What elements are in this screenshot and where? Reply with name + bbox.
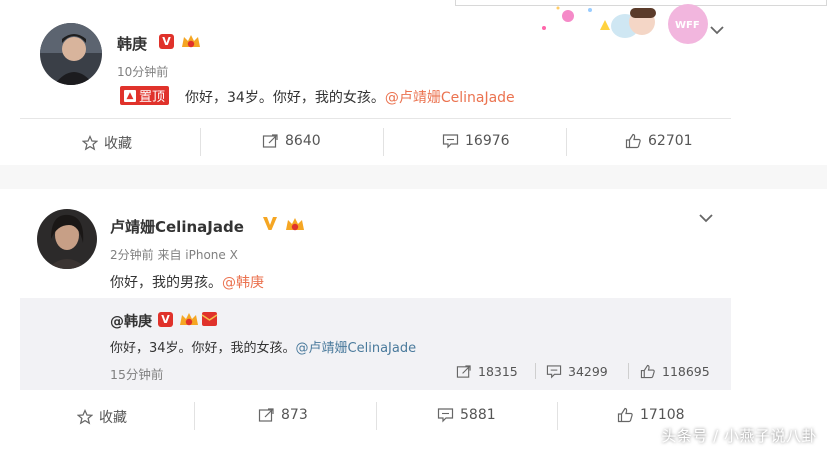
quoted-repost-button[interactable]: 18315 bbox=[456, 364, 518, 379]
feed-gap bbox=[0, 165, 827, 189]
post2-comment-count: 5881 bbox=[460, 407, 496, 423]
red-envelope-icon bbox=[201, 311, 218, 327]
post1-mention-link[interactable]: @卢靖姗CelinaJade bbox=[385, 90, 515, 106]
post2-avatar[interactable] bbox=[37, 209, 97, 269]
verified-v-icon: V bbox=[158, 312, 173, 327]
post1-repost-count: 8640 bbox=[285, 133, 321, 149]
post2-comment-button[interactable]: 5881 bbox=[437, 407, 496, 423]
repost-icon bbox=[258, 408, 274, 422]
repost-icon bbox=[262, 134, 278, 148]
comment-icon bbox=[546, 365, 562, 379]
post1-chevron-down-icon[interactable] bbox=[709, 20, 725, 39]
action-separator bbox=[566, 128, 567, 156]
post1-divider bbox=[20, 118, 731, 119]
star-icon bbox=[77, 409, 93, 425]
watermark: 头条号 / 小燕子说八卦 bbox=[661, 427, 817, 445]
pin-arrow-icon: ▲ bbox=[124, 89, 136, 102]
quoted-repost-count: 18315 bbox=[478, 364, 518, 379]
post2-favorite-button[interactable]: 收藏 bbox=[77, 407, 127, 427]
quoted-comment-count: 34299 bbox=[568, 364, 608, 379]
action-separator bbox=[194, 402, 195, 430]
post2-repost-count: 873 bbox=[281, 407, 308, 423]
post2-body: 你好，我的男孩。@韩庚 bbox=[110, 272, 264, 292]
pinned-label: 置顶 bbox=[139, 90, 166, 105]
verified-gold-v-icon bbox=[262, 215, 278, 231]
thumbs-up-icon bbox=[640, 364, 655, 379]
post2-meta[interactable]: 2分钟前 来自 iPhone X bbox=[110, 246, 238, 263]
post1-comment-count: 16976 bbox=[465, 133, 510, 149]
comment-icon bbox=[437, 408, 454, 423]
quoted-timestamp[interactable]: 15分钟前 bbox=[110, 364, 163, 383]
post2-repost-button[interactable]: 873 bbox=[258, 407, 308, 423]
post1-repost-button[interactable]: 8640 bbox=[262, 133, 321, 149]
quote-action-separator bbox=[628, 363, 629, 379]
repost-icon bbox=[456, 365, 471, 378]
quoted-like-button[interactable]: 118695 bbox=[640, 364, 710, 379]
vip-crown-icon[interactable] bbox=[284, 215, 306, 233]
post1-favorite-label: 收藏 bbox=[104, 136, 132, 152]
post2-like-button[interactable]: 17108 bbox=[617, 407, 685, 423]
post1-username[interactable]: 韩庚 bbox=[117, 33, 147, 54]
post1-favorite-button[interactable]: 收藏 bbox=[82, 133, 132, 153]
post2-username[interactable]: 卢靖姗CelinaJade bbox=[110, 216, 244, 237]
post2-chevron-down-icon[interactable] bbox=[698, 208, 714, 227]
quoted-text: 你好，34岁。你好，我的女孩。 bbox=[110, 341, 296, 356]
post1-text: 你好，34岁。你好，我的女孩。 bbox=[185, 90, 385, 106]
vip-crown-icon[interactable] bbox=[178, 310, 200, 328]
post1-comment-button[interactable]: 16976 bbox=[442, 133, 510, 149]
action-separator bbox=[376, 402, 377, 430]
post2-text: 你好，我的男孩。 bbox=[110, 275, 222, 291]
quoted-body: 你好，34岁。你好，我的女孩。@卢靖姗CelinaJade bbox=[110, 337, 416, 356]
post1-like-count: 62701 bbox=[648, 133, 693, 149]
star-icon bbox=[82, 135, 98, 151]
post1-avatar[interactable] bbox=[40, 23, 102, 85]
pinned-badge: ▲ 置顶 bbox=[120, 86, 170, 105]
banner-decoration: WFF bbox=[542, 4, 708, 44]
quoted-mention-link[interactable]: @卢靖姗CelinaJade bbox=[296, 341, 417, 356]
post2-like-count: 17108 bbox=[640, 407, 685, 423]
action-separator bbox=[557, 402, 558, 430]
action-separator bbox=[200, 128, 201, 156]
comment-icon bbox=[442, 134, 459, 149]
post1-timestamp[interactable]: 10分钟前 bbox=[117, 63, 168, 80]
thumbs-up-icon bbox=[625, 133, 641, 149]
post1-like-button[interactable]: 62701 bbox=[625, 133, 693, 149]
post1-body: 你好，34岁。你好，我的女孩。@卢靖姗CelinaJade bbox=[185, 87, 515, 107]
quoted-like-count: 118695 bbox=[662, 364, 710, 379]
thumbs-up-icon bbox=[617, 407, 633, 423]
vip-crown-icon[interactable] bbox=[180, 32, 202, 50]
verified-v-icon: V bbox=[159, 34, 174, 49]
action-separator bbox=[383, 128, 384, 156]
post2-mention-link[interactable]: @韩庚 bbox=[222, 275, 264, 291]
quoted-username[interactable]: @韩庚 bbox=[110, 311, 152, 331]
quoted-comment-button[interactable]: 34299 bbox=[546, 364, 608, 379]
post2-favorite-label: 收藏 bbox=[99, 410, 127, 426]
quote-action-separator bbox=[535, 363, 536, 379]
wff-badge-text: WFF bbox=[675, 20, 700, 31]
